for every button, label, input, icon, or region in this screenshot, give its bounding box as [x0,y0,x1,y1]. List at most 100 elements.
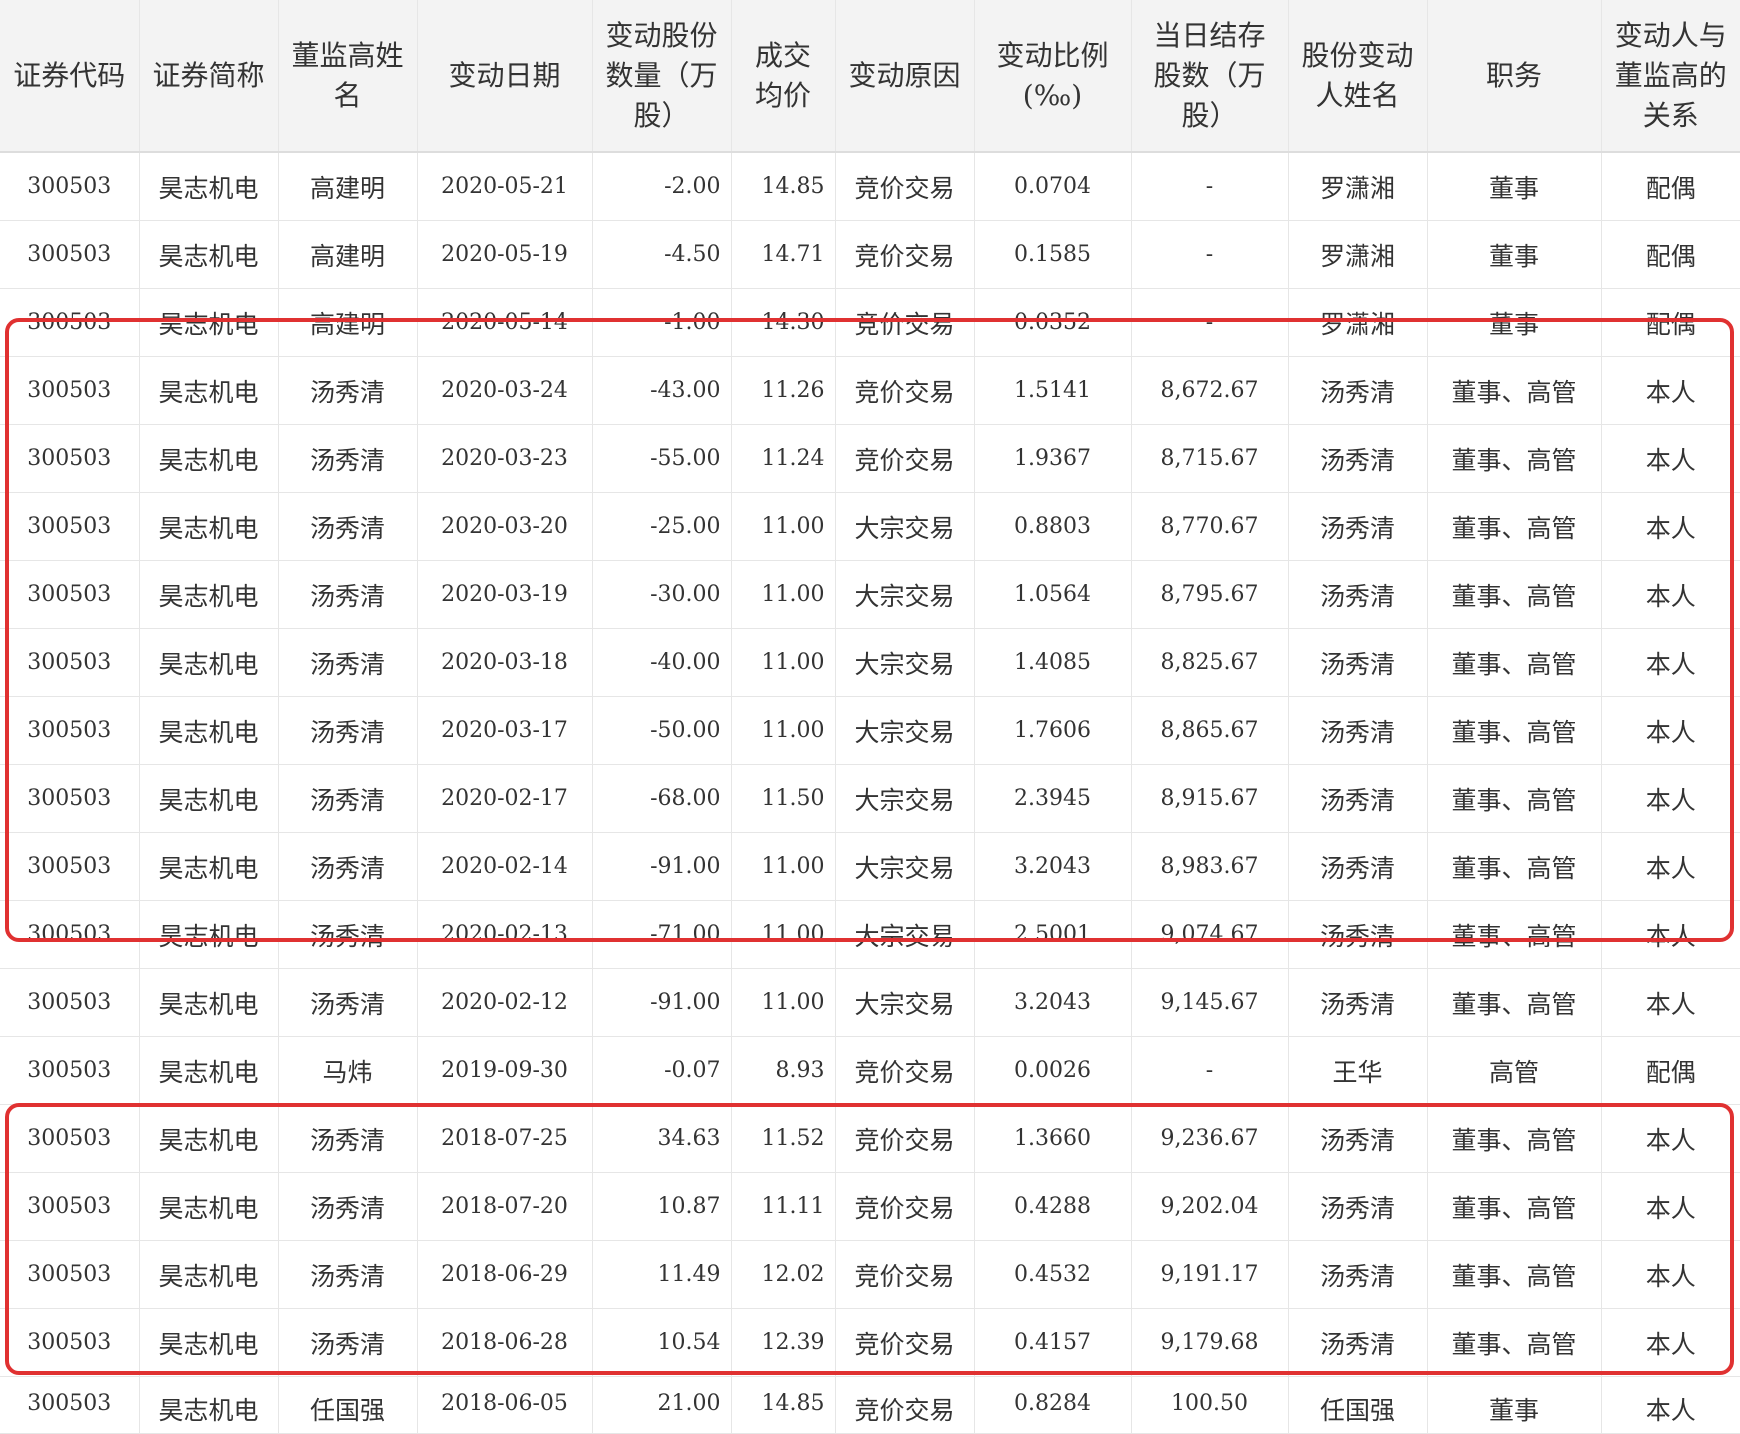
table-row[interactable]: 300503 昊志机电 高建明 2020-05-21 -2.00 14.85 竞价交易 0.0… [0,152,1740,221]
cell-change-reason: 大宗交易 [835,628,975,697]
cell-security-name: 昊志机电 [139,1376,279,1434]
cell-security-code: 300503 [0,832,140,901]
cell-change-date: 2020-02-17 [417,764,593,833]
table-row[interactable]: 300503 昊志机电 汤秀清 2020-03-24 -43.00 11.26 竞价交易 1.… [0,356,1740,425]
cell-security-name: 昊志机电 [139,900,279,969]
cell-position: 董事、高管 [1427,1240,1602,1309]
cell-change-date: 2020-03-23 [417,424,593,493]
cell-changer-name: 汤秀清 [1288,900,1428,969]
cell-security-code: 300503 [0,1308,140,1377]
cell-closing-shares: - [1131,1036,1289,1105]
cell-position: 董事、高管 [1427,560,1602,629]
header-share-change[interactable]: 变动股份数量（万股） [592,0,732,153]
table-row[interactable]: 300503 昊志机电 汤秀清 2018-07-25 34.63 11.52 竞价交易 1.3… [0,1104,1740,1173]
cell-change-date: 2020-05-14 [417,288,593,357]
cell-closing-shares: 9,074.67 [1131,900,1289,969]
table-row[interactable]: 300503 昊志机电 汤秀清 2020-03-20 -25.00 11.00 大宗交易 0.… [0,492,1740,561]
cell-change-date: 2020-03-19 [417,560,593,629]
cell-avg-price: 12.39 [731,1308,836,1377]
header-closing-shares[interactable]: 当日结存股数（万股） [1131,0,1289,153]
cell-closing-shares: 9,191.17 [1131,1240,1289,1309]
cell-change-reason: 竞价交易 [835,424,975,493]
table-row[interactable]: 300503 昊志机电 汤秀清 2020-03-17 -50.00 11.00 大宗交易 1.… [0,696,1740,765]
cell-changer-name: 汤秀清 [1288,424,1428,493]
cell-changer-name: 罗潇湘 [1288,152,1428,221]
cell-change-ratio: 1.3660 [974,1104,1132,1173]
table-row[interactable]: 300503 昊志机电 汤秀清 2018-06-29 11.49 12.02 竞价交易 0.4… [0,1240,1740,1309]
cell-closing-shares: 8,865.67 [1131,696,1289,765]
cell-position: 董事、高管 [1427,492,1602,561]
cell-relationship: 本人 [1601,628,1740,697]
cell-share-change: -55.00 [592,424,732,493]
cell-changer-name: 任国强 [1288,1376,1428,1434]
cell-changer-name: 罗潇湘 [1288,220,1428,289]
table-row[interactable]: 300503 昊志机电 汤秀清 2018-06-28 10.54 12.39 竞价交易 0.4… [0,1308,1740,1377]
cell-security-name: 昊志机电 [139,356,279,425]
cell-change-reason: 竞价交易 [835,1104,975,1173]
cell-security-name: 昊志机电 [139,1240,279,1309]
cell-relationship: 本人 [1601,696,1740,765]
header-avg-price[interactable]: 成交均价 [731,0,836,153]
header-change-date[interactable]: 变动日期 [417,0,593,153]
cell-changer-name: 汤秀清 [1288,560,1428,629]
cell-closing-shares: 9,179.68 [1131,1308,1289,1377]
cell-security-name: 昊志机电 [139,1308,279,1377]
cell-change-ratio: 0.8803 [974,492,1132,561]
cell-change-date: 2020-05-19 [417,220,593,289]
cell-security-name: 昊志机电 [139,832,279,901]
cell-change-ratio: 1.4085 [974,628,1132,697]
cell-executive-name: 汤秀清 [278,696,418,765]
cell-change-date: 2020-03-17 [417,696,593,765]
table-row[interactable]: 300503 昊志机电 汤秀清 2020-02-13 -71.00 11.00 大宗交易 2.… [0,900,1740,969]
cell-position: 董事、高管 [1427,1172,1602,1241]
header-change-reason[interactable]: 变动原因 [835,0,975,153]
cell-avg-price: 12.02 [731,1240,836,1309]
cell-security-code: 300503 [0,628,140,697]
cell-avg-price: 11.52 [731,1104,836,1173]
table-row[interactable]: 300503 昊志机电 汤秀清 2020-02-14 -91.00 11.00 大宗交易 3.… [0,832,1740,901]
cell-change-reason: 竞价交易 [835,356,975,425]
header-executive-name[interactable]: 董监高姓名 [278,0,418,153]
table-row[interactable]: 300503 昊志机电 马炜 2019-09-30 -0.07 8.93 竞价交易 0.002… [0,1036,1740,1105]
cell-avg-price: 11.00 [731,968,836,1037]
cell-relationship: 配偶 [1601,288,1740,357]
cell-security-code: 300503 [0,900,140,969]
cell-share-change: -71.00 [592,900,732,969]
cell-security-name: 昊志机电 [139,560,279,629]
cell-relationship: 本人 [1601,1308,1740,1377]
cell-security-code: 300503 [0,560,140,629]
cell-position: 董事、高管 [1427,356,1602,425]
cell-changer-name: 汤秀清 [1288,628,1428,697]
cell-position: 董事 [1427,220,1602,289]
table-row[interactable]: 300503 昊志机电 汤秀清 2020-03-23 -55.00 11.24 竞价交易 1.… [0,424,1740,493]
cell-changer-name: 汤秀清 [1288,1308,1428,1377]
table-row[interactable]: 300503 昊志机电 汤秀清 2020-02-17 -68.00 11.50 大宗交易 2.… [0,764,1740,833]
cell-relationship: 本人 [1601,356,1740,425]
header-change-ratio[interactable]: 变动比例(‰) [974,0,1132,153]
cell-changer-name: 汤秀清 [1288,1240,1428,1309]
cell-executive-name: 汤秀清 [278,1308,418,1377]
table-row[interactable]: 300503 昊志机电 高建明 2020-05-14 -1.00 14.30 竞价交易 0.0… [0,288,1740,357]
table-row[interactable]: 300503 昊志机电 高建明 2020-05-19 -4.50 14.71 竞价交易 0.1… [0,220,1740,289]
cell-security-name: 昊志机电 [139,968,279,1037]
table-row[interactable]: 300503 昊志机电 汤秀清 2020-02-12 -91.00 11.00 大宗交易 3.… [0,968,1740,1037]
header-position[interactable]: 职务 [1427,0,1602,153]
table-row[interactable]: 300503 昊志机电 任国强 2018-06-05 21.00 14.85 竞价交易 0.8… [0,1376,1740,1434]
cell-relationship: 本人 [1601,900,1740,969]
cell-executive-name: 高建明 [278,288,418,357]
table-row[interactable]: 300503 昊志机电 汤秀清 2018-07-20 10.87 11.11 竞价交易 0.4… [0,1172,1740,1241]
table-row[interactable]: 300503 昊志机电 汤秀清 2020-03-18 -40.00 11.00 大宗交易 1.… [0,628,1740,697]
header-security-name[interactable]: 证券简称 [139,0,279,153]
cell-change-reason: 竞价交易 [835,1172,975,1241]
cell-relationship: 配偶 [1601,220,1740,289]
cell-position: 董事 [1427,288,1602,357]
cell-relationship: 本人 [1601,1104,1740,1173]
header-changer-name[interactable]: 股份变动人姓名 [1288,0,1428,153]
cell-security-code: 300503 [0,1240,140,1309]
cell-position: 董事 [1427,152,1602,221]
table-row[interactable]: 300503 昊志机电 汤秀清 2020-03-19 -30.00 11.00 大宗交易 1.… [0,560,1740,629]
header-relationship[interactable]: 变动人与董监高的关系 [1601,0,1740,153]
cell-closing-shares: 9,202.04 [1131,1172,1289,1241]
cell-avg-price: 11.00 [731,900,836,969]
header-security-code[interactable]: 证券代码 [0,0,140,153]
